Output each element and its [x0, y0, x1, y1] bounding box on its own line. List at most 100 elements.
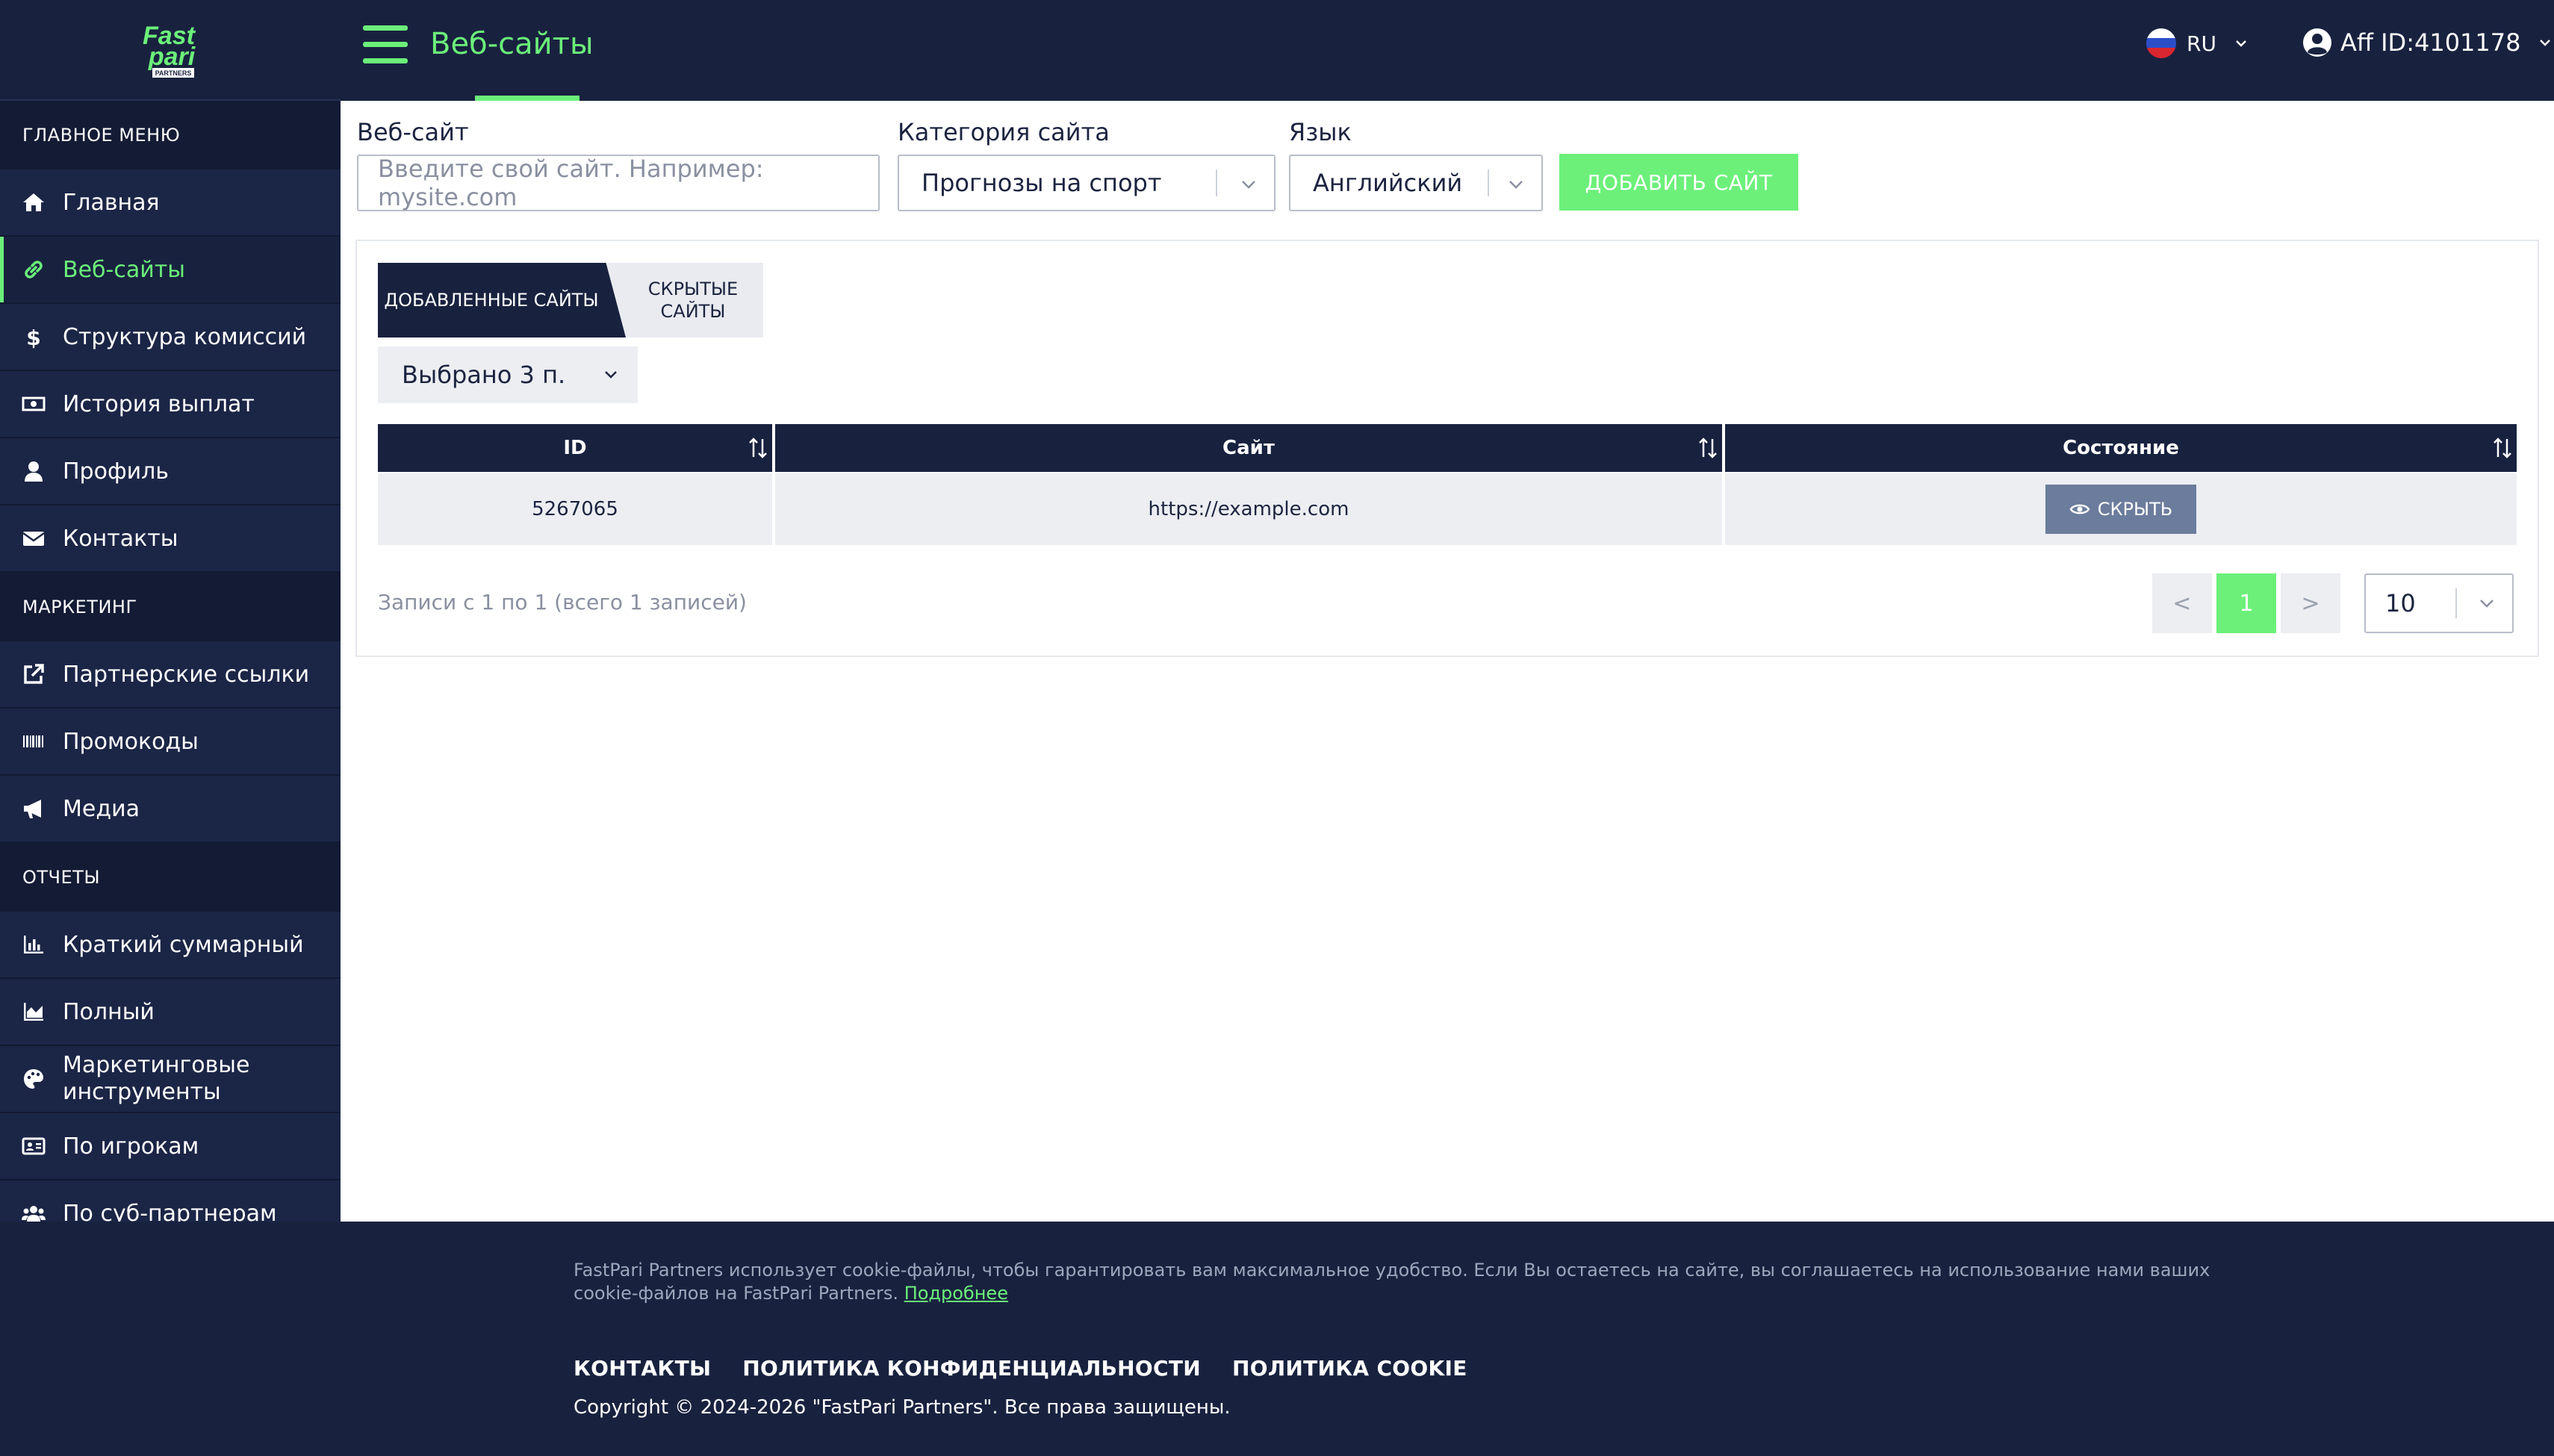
- sidebar-item-label: Полный: [63, 998, 155, 1025]
- sidebar-item-label: Веб-сайты: [63, 256, 185, 283]
- affiliate-id: Aff ID:4101178: [2340, 28, 2521, 57]
- sidebar-item-commissions[interactable]: $ Структура комиссий: [0, 304, 341, 371]
- select-divider: [1488, 169, 1489, 196]
- next-page-button[interactable]: >: [2281, 573, 2340, 633]
- dollar-icon: $: [21, 324, 46, 349]
- sidebar-item-media[interactable]: Медиа: [0, 776, 341, 843]
- records-info: Записи с 1 по 1 (всего 1 записей): [378, 590, 747, 615]
- category-value: Прогнозы на спорт: [922, 169, 1162, 197]
- eye-icon: [2069, 504, 2090, 514]
- page-title: Веб-сайты: [430, 27, 594, 61]
- cookie-more-link[interactable]: Подробнее: [904, 1283, 1008, 1304]
- user-icon: [21, 458, 46, 484]
- column-header-label: Состояние: [2063, 437, 2179, 459]
- megaphone-icon: [21, 796, 46, 821]
- tab-added-sites[interactable]: ДОБАВЛЕННЫЕ САЙТЫ: [378, 263, 626, 337]
- bar-chart-icon: [21, 932, 46, 957]
- cell-status: СКРЫТЬ: [1725, 473, 2517, 545]
- russia-flag-icon: [2146, 28, 2176, 58]
- account-menu[interactable]: Aff ID:4101178: [2302, 27, 2553, 58]
- select-divider: [2455, 588, 2457, 618]
- sidebar-item-payouts[interactable]: История выплат: [0, 371, 341, 438]
- sidebar-item-label: Партнерские ссылки: [63, 661, 310, 688]
- cell-site: https://example.com: [775, 473, 1722, 545]
- language-switcher[interactable]: RU: [2146, 28, 2249, 58]
- category-label: Категория сайта: [898, 118, 1110, 146]
- home-icon: [21, 190, 46, 215]
- page-1-button[interactable]: 1: [2216, 573, 2276, 633]
- sidebar-item-marketing-tools[interactable]: Маркетинговые инструменты: [0, 1046, 341, 1113]
- footer: FastPari Partners использует cookie-файл…: [0, 1222, 2554, 1456]
- title-underline: [475, 96, 580, 101]
- sidebar-item-label: По игрокам: [63, 1133, 199, 1160]
- footer-link-contacts[interactable]: КОНТАКТЫ: [574, 1356, 711, 1381]
- page-size-value: 10: [2385, 589, 2416, 617]
- sidebar-item-label: Главная: [63, 189, 160, 216]
- sidebar-item-label: Медиа: [63, 795, 140, 822]
- column-header-status[interactable]: Состояние: [1725, 424, 2517, 472]
- copyright: Copyright © 2024-2026 "FastPari Partners…: [574, 1396, 1231, 1419]
- column-header-label: Сайт: [1222, 437, 1275, 459]
- cookie-notice: FastPari Partners использует cookie-файл…: [574, 1259, 2276, 1305]
- language-value: Английский: [1313, 169, 1463, 197]
- chevron-down-icon: [1509, 181, 1523, 189]
- sidebar-item-label: Маркетинговые инструменты: [63, 1052, 250, 1105]
- sidebar-item-brief-report[interactable]: Краткий суммарный: [0, 912, 341, 979]
- website-input[interactable]: Введите свой сайт. Например: mysite.com: [357, 155, 880, 211]
- section-reports: ОТЧЕТЫ: [0, 843, 341, 912]
- language-code: RU: [2187, 31, 2216, 56]
- sidebar-item-contacts[interactable]: Контакты: [0, 505, 341, 573]
- column-selector-value: Выбрано 3 п.: [402, 361, 566, 389]
- logo-area[interactable]: Fast pari PARTNERS: [0, 0, 341, 101]
- column-selector[interactable]: Выбрано 3 п.: [378, 346, 638, 403]
- page-size-select[interactable]: 10: [2364, 573, 2514, 633]
- column-header-id[interactable]: ID: [378, 424, 772, 472]
- section-main-menu: ГЛАВНОЕ МЕНЮ: [0, 101, 341, 169]
- sidebar-item-partner-links[interactable]: Партнерские ссылки: [0, 641, 341, 709]
- tab-hidden-sites[interactable]: СКРЫТЫЕ САЙТЫ: [602, 263, 763, 337]
- hide-site-button[interactable]: СКРЫТЬ: [2045, 485, 2196, 534]
- sidebar-item-label: Структура комиссий: [63, 323, 307, 350]
- sidebar-item-full-report[interactable]: Полный: [0, 979, 341, 1046]
- menu-toggle-icon[interactable]: [363, 25, 408, 64]
- sidebar-item-label: Краткий суммарный: [63, 931, 304, 958]
- chevron-down-icon: [605, 371, 617, 379]
- sort-icon: [2494, 438, 2511, 458]
- sidebar: Fast pari PARTNERS ГЛАВНОЕ МЕНЮ Главная …: [0, 0, 341, 1248]
- palette-icon: [21, 1066, 46, 1092]
- sidebar-item-label: Контакты: [63, 525, 178, 552]
- cookie-text: FastPari Partners использует cookie-файл…: [574, 1260, 2210, 1304]
- sidebar-item-profile[interactable]: Профиль: [0, 438, 341, 505]
- sidebar-item-promocodes[interactable]: Промокоды: [0, 709, 341, 776]
- svg-text:pari: pari: [148, 43, 196, 71]
- barcode-icon: [21, 729, 46, 754]
- envelope-icon: [21, 526, 46, 551]
- external-link-icon: [21, 662, 46, 687]
- language-select[interactable]: Английский: [1289, 155, 1543, 211]
- category-select[interactable]: Прогнозы на спорт: [898, 155, 1276, 211]
- sort-icon: [749, 438, 767, 458]
- svg-text:PARTNERS: PARTNERS: [155, 69, 192, 77]
- language-label: Язык: [1289, 118, 1352, 146]
- footer-links: КОНТАКТЫ ПОЛИТИКА КОНФИДЕНЦИАЛЬНОСТИ ПОЛ…: [574, 1356, 1467, 1381]
- column-header-site[interactable]: Сайт: [775, 424, 1722, 472]
- link-icon: [21, 257, 46, 282]
- add-site-button[interactable]: ДОБАВИТЬ САЙТ: [1559, 154, 1798, 211]
- sidebar-item-label: История выплат: [63, 391, 255, 417]
- sidebar-item-home[interactable]: Главная: [0, 169, 341, 237]
- website-label: Веб-сайт: [357, 118, 469, 146]
- chevron-down-icon: [2480, 600, 2494, 608]
- footer-link-cookie[interactable]: ПОЛИТИКА COOKIE: [1232, 1356, 1467, 1381]
- hide-button-label: СКРЫТЬ: [2097, 499, 2173, 520]
- footer-link-privacy[interactable]: ПОЛИТИКА КОНФИДЕНЦИАЛЬНОСТИ: [742, 1356, 1201, 1381]
- sidebar-item-websites[interactable]: Веб-сайты: [0, 237, 341, 304]
- prev-page-button[interactable]: <: [2152, 573, 2212, 633]
- chevron-down-icon: [2236, 40, 2246, 47]
- money-icon: [21, 391, 46, 417]
- area-chart-icon: [21, 999, 46, 1024]
- top-header: Веб-сайты RU Aff ID:4101178: [341, 0, 2554, 101]
- id-card-icon: [21, 1133, 46, 1159]
- sidebar-item-by-players[interactable]: По игрокам: [0, 1113, 341, 1180]
- sort-icon: [1699, 438, 1717, 458]
- svg-text:$: $: [26, 326, 40, 349]
